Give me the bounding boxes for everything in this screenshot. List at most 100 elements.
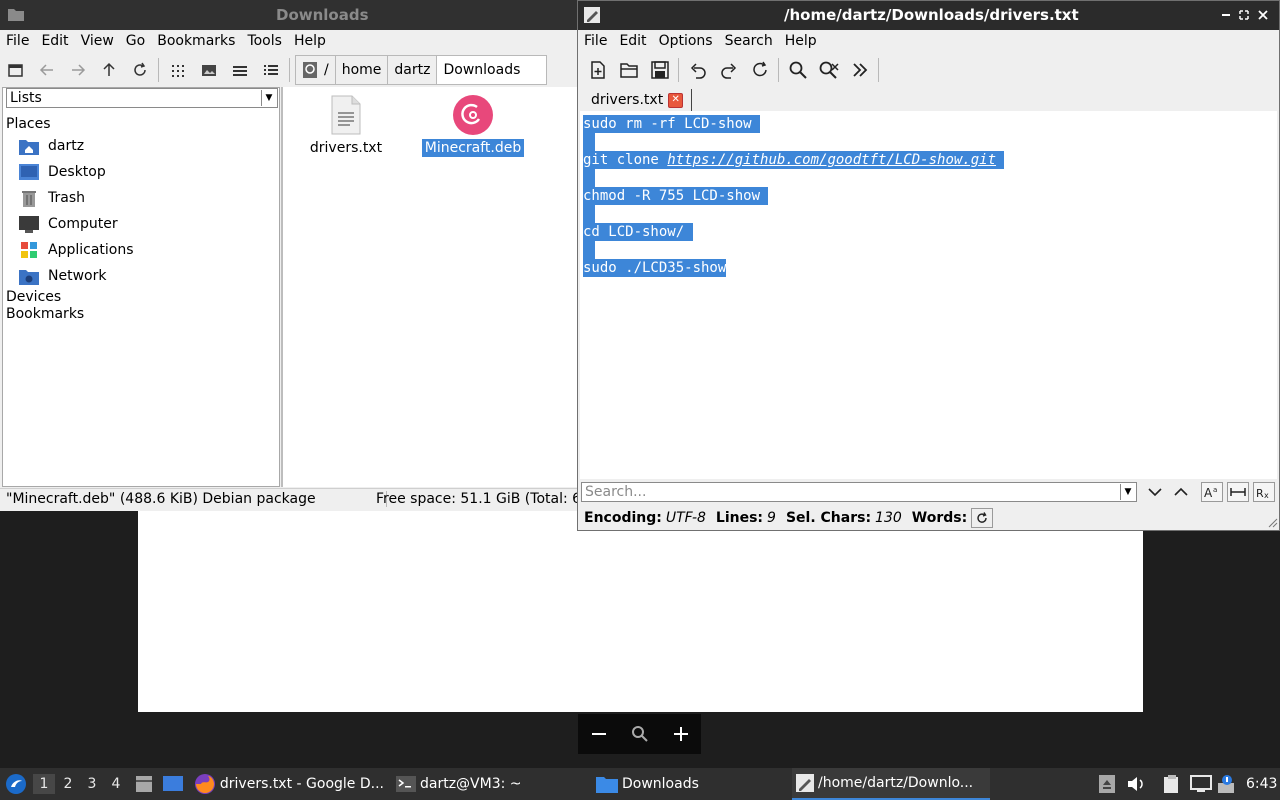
menu-tools[interactable]: Tools <box>241 33 288 49</box>
close-tab-icon[interactable]: ✕ <box>668 92 684 108</box>
file-item-selected[interactable]: Minecraft.deb <box>418 95 528 157</box>
menu-edit[interactable]: Edit <box>35 33 74 49</box>
search-input[interactable] <box>582 483 1118 501</box>
menu-help[interactable]: Help <box>779 33 823 49</box>
editor-text-area[interactable]: sudo rm -rf LCD-show git clone https://g… <box>580 111 1277 479</box>
new-file-button[interactable] <box>582 55 613 85</box>
resize-grip-icon[interactable] <box>1268 518 1278 528</box>
back-button[interactable] <box>31 55 62 85</box>
editor-statusbar: Encoding: UTF-8 Lines: 9 Sel. Chars: 130 Wo… <box>578 506 1279 530</box>
place-network[interactable]: Network <box>19 265 106 287</box>
compact-view-button[interactable] <box>224 55 255 85</box>
clock[interactable]: 6:43 <box>1246 768 1277 800</box>
tray-network[interactable] <box>1190 768 1212 800</box>
task-file-manager[interactable]: Downloads <box>594 768 786 800</box>
workspace-3[interactable]: 3 <box>81 774 103 794</box>
match-case-toggle[interactable]: Aa <box>1201 482 1223 502</box>
section-places[interactable]: Places <box>6 116 51 132</box>
find-replace-button[interactable] <box>813 55 844 85</box>
file-item[interactable]: drivers.txt <box>291 95 401 157</box>
dropdown-arrow-icon[interactable]: ▼ <box>1120 484 1135 500</box>
network-icon <box>19 270 39 285</box>
menu-help[interactable]: Help <box>288 33 332 49</box>
find-previous-button[interactable] <box>1170 482 1192 502</box>
menu-view[interactable]: View <box>75 33 120 49</box>
detail-view-button[interactable] <box>255 55 286 85</box>
reload-file-button[interactable] <box>744 55 775 85</box>
menu-go[interactable]: Go <box>120 33 151 49</box>
file-manager-menubar: File Edit View Go Bookmarks Tools Help <box>0 29 578 53</box>
toolbar-separator <box>158 58 159 82</box>
toolbar-separator <box>778 58 779 82</box>
reload-button[interactable] <box>124 55 155 85</box>
up-button[interactable] <box>93 55 124 85</box>
menu-edit[interactable]: Edit <box>613 33 652 49</box>
words-label: Words: <box>911 510 968 526</box>
menu-bookmarks[interactable]: Bookmarks <box>151 33 241 49</box>
count-words-button[interactable] <box>971 508 994 528</box>
place-home[interactable]: dartz <box>19 135 84 157</box>
section-bookmarks[interactable]: Bookmarks <box>6 306 84 322</box>
zoom-in-button[interactable] <box>666 719 696 749</box>
tray-storage[interactable] <box>1098 768 1116 800</box>
menu-file[interactable]: File <box>0 33 35 49</box>
minimize-button[interactable] <box>1218 7 1234 23</box>
place-applications[interactable]: Applications <box>19 239 134 261</box>
place-computer[interactable]: Computer <box>19 213 118 235</box>
find-button[interactable] <box>782 55 813 85</box>
code-link[interactable]: https://github.com/goodtft/LCD-show.git <box>667 152 996 168</box>
workspace-1[interactable]: 1 <box>33 774 55 794</box>
forward-button[interactable] <box>62 55 93 85</box>
tray-notification[interactable] <box>1216 768 1236 800</box>
open-file-button[interactable] <box>613 55 644 85</box>
place-trash[interactable]: Trash <box>19 187 85 209</box>
workspace-2[interactable]: 2 <box>57 774 79 794</box>
menu-search[interactable]: Search <box>719 33 779 49</box>
editor-titlebar[interactable]: /home/dartz/Downloads/drivers.txt <box>578 1 1279 30</box>
toolbar-separator <box>678 58 679 82</box>
quicklaunch-show-desktop[interactable] <box>162 768 184 800</box>
new-tab-button[interactable] <box>0 55 31 85</box>
path-root-label: / <box>324 62 329 78</box>
task-terminal[interactable]: dartz@VM3: ~ <box>394 768 586 800</box>
path-crumb-downloads[interactable]: Downloads <box>436 55 548 85</box>
search-combo[interactable]: ▼ <box>581 482 1137 502</box>
code-line: git clone https://github.com/goodtft/LCD… <box>583 151 1005 169</box>
tray-volume[interactable] <box>1126 768 1146 800</box>
path-crumb-home[interactable]: home <box>334 55 389 85</box>
zoom-fit-button[interactable] <box>625 719 655 749</box>
regex-toggle[interactable]: Rx <box>1253 482 1275 502</box>
lines-value: 9 <box>767 510 776 526</box>
task-firefox[interactable]: drivers.txt - Google D... <box>192 768 384 800</box>
start-menu-button[interactable] <box>5 768 27 800</box>
zoom-out-button[interactable] <box>584 719 614 749</box>
sel-chars-value: 130 <box>875 510 902 526</box>
file-manager-titlebar[interactable]: Downloads <box>0 0 578 30</box>
quicklaunch-files[interactable] <box>134 768 154 800</box>
redo-button[interactable] <box>713 55 744 85</box>
maximize-button[interactable] <box>1236 7 1252 23</box>
menu-file[interactable]: File <box>578 33 613 49</box>
path-crumb-dartz[interactable]: dartz <box>387 55 438 85</box>
file-manager-statusbar: "Minecraft.deb" (488.6 KiB) Debian packa… <box>0 488 578 511</box>
icon-view-button[interactable] <box>162 55 193 85</box>
find-next-button[interactable] <box>1144 482 1166 502</box>
side-pane-mode-select[interactable]: Lists ▼ <box>6 88 278 108</box>
section-devices[interactable]: Devices <box>6 289 61 305</box>
close-button[interactable] <box>1255 7 1271 23</box>
undo-button[interactable] <box>682 55 713 85</box>
tray-clipboard[interactable] <box>1162 768 1182 800</box>
thumbnail-view-button[interactable] <box>193 55 224 85</box>
save-button[interactable] <box>644 55 675 85</box>
path-root-button[interactable]: / <box>295 55 336 85</box>
more-tools-button[interactable] <box>844 55 875 85</box>
file-view[interactable]: drivers.txt Minecraft.deb <box>283 87 578 487</box>
tab-drivers-txt[interactable]: drivers.txt ✕ <box>581 89 693 111</box>
arrow-right-icon <box>71 64 85 76</box>
place-label: Computer <box>48 216 118 232</box>
workspace-4[interactable]: 4 <box>105 774 127 794</box>
task-text-editor[interactable]: /home/dartz/Downlo... <box>792 768 990 800</box>
place-desktop[interactable]: Desktop <box>19 161 106 183</box>
menu-options[interactable]: Options <box>653 33 719 49</box>
whole-word-toggle[interactable] <box>1227 482 1249 502</box>
